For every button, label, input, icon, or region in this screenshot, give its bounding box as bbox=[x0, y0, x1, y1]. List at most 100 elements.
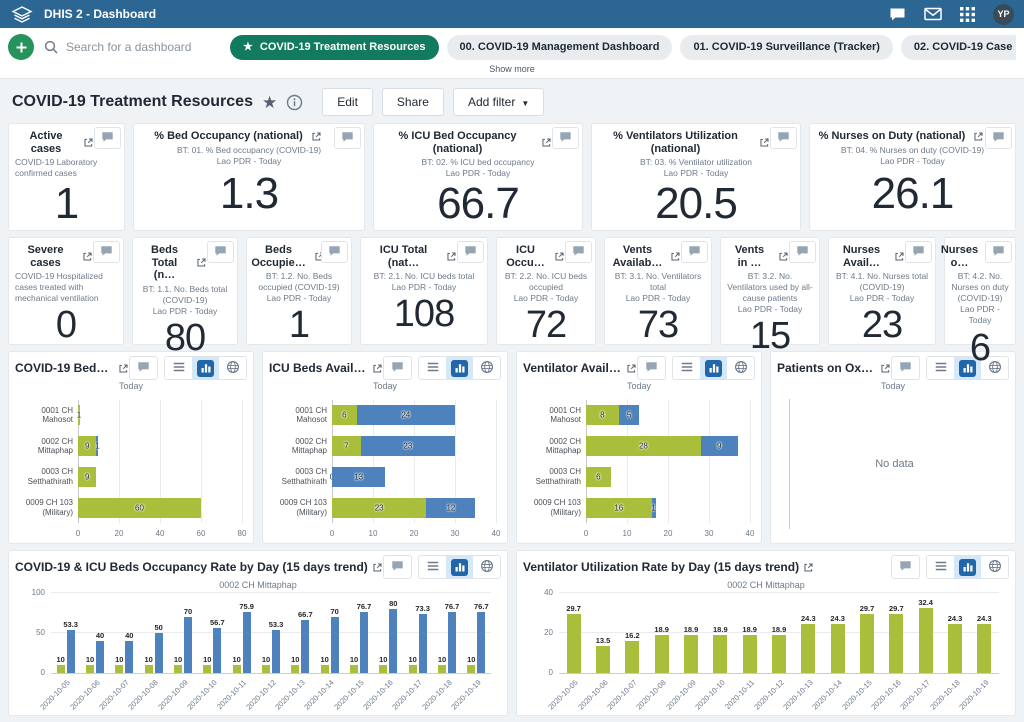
bar-column: 10 bbox=[145, 593, 153, 673]
table-view-button[interactable] bbox=[419, 357, 446, 379]
table-view-button[interactable] bbox=[927, 556, 954, 578]
external-link-icon[interactable] bbox=[778, 251, 789, 262]
mail-icon[interactable] bbox=[924, 7, 942, 21]
value-card[interactable]: Nurses Avail…BT: 4.1. No. Nurses total (… bbox=[828, 237, 936, 345]
comment-button[interactable] bbox=[681, 241, 708, 263]
chart-card[interactable]: ICU Beds Availability by Hos…Today0001 C… bbox=[262, 351, 508, 544]
comment-button[interactable] bbox=[637, 356, 666, 380]
value-card[interactable]: ICU Occu…BT: 2.2. No. ICU beds occupiedL… bbox=[496, 237, 596, 345]
star-dashboard-icon[interactable]: ★ bbox=[262, 94, 277, 111]
map-view-button[interactable] bbox=[473, 556, 500, 578]
value-card[interactable]: ICU Total (nat…BT: 2.1. No. ICU beds tot… bbox=[360, 237, 488, 345]
comment-button[interactable] bbox=[789, 241, 816, 263]
comment-button[interactable] bbox=[985, 241, 1012, 263]
comment-button[interactable] bbox=[891, 356, 920, 380]
category-label: 2020-10-19 bbox=[957, 678, 990, 711]
value-card[interactable]: Vents in …BT: 3.2. No. Ventilators used … bbox=[720, 237, 820, 345]
value-card[interactable]: Active casesCOVID-19 Laboratory confirme… bbox=[8, 123, 125, 231]
chart-card[interactable]: Ventilator Utilization Rate by Day (15 d… bbox=[516, 550, 1016, 716]
table-view-button[interactable] bbox=[419, 556, 446, 578]
comment-button[interactable] bbox=[905, 241, 932, 263]
info-icon[interactable] bbox=[286, 94, 303, 111]
comment-button[interactable] bbox=[457, 241, 484, 263]
value-card[interactable]: % Nurses on Duty (national)BT: 04. % Nur… bbox=[809, 123, 1016, 231]
external-link-icon[interactable] bbox=[541, 137, 552, 148]
add-filter-button[interactable]: Add filter▼ bbox=[453, 88, 544, 116]
comment-button[interactable] bbox=[94, 127, 121, 149]
category-label: 2020-10-17 bbox=[899, 678, 932, 711]
table-view-button[interactable] bbox=[673, 357, 700, 379]
map-view-button[interactable] bbox=[981, 556, 1008, 578]
chart-card[interactable]: COVID-19 Beds Availa…Today0001 CH Mahoso… bbox=[8, 351, 254, 544]
external-link-icon[interactable] bbox=[82, 251, 93, 262]
dashboard-chip[interactable]: ★COVID-19 Treatment Resources bbox=[230, 35, 439, 60]
comment-button[interactable] bbox=[891, 555, 920, 579]
external-link-icon[interactable] bbox=[626, 363, 637, 374]
bar-segment: 13 bbox=[332, 467, 385, 487]
new-dashboard-button[interactable] bbox=[8, 34, 34, 60]
dashboard-chip[interactable]: 00. COVID-19 Management Dashboard bbox=[447, 35, 673, 60]
value-card[interactable]: % Bed Occupancy (national)BT: 01. % Bed … bbox=[133, 123, 365, 231]
external-link-icon[interactable] bbox=[83, 137, 94, 148]
external-link-icon[interactable] bbox=[446, 251, 457, 262]
chart-view-button[interactable] bbox=[446, 357, 473, 379]
dashboard-search[interactable] bbox=[44, 39, 220, 55]
external-link-icon[interactable] bbox=[554, 251, 565, 262]
chart-card[interactable]: Ventilator Availability by …Today0001 CH… bbox=[516, 351, 762, 544]
show-more-button[interactable]: Show more bbox=[8, 60, 1016, 77]
bar-group: 1080 bbox=[374, 593, 403, 673]
edit-button[interactable]: Edit bbox=[322, 88, 373, 116]
external-link-icon[interactable] bbox=[803, 562, 814, 573]
value-card[interactable]: % ICU Bed Occupancy (national)BT: 02. % … bbox=[373, 123, 583, 231]
external-link-icon[interactable] bbox=[759, 137, 770, 148]
share-button[interactable]: Share bbox=[382, 88, 444, 116]
chart-view-button[interactable] bbox=[700, 357, 727, 379]
value-card-header: % Ventilators Utilization (national) bbox=[598, 128, 794, 155]
external-link-icon[interactable] bbox=[894, 251, 905, 262]
comment-button[interactable] bbox=[93, 241, 120, 263]
comment-button[interactable] bbox=[383, 356, 412, 380]
comment-button[interactable] bbox=[565, 241, 592, 263]
card-title: Nurses Avail… bbox=[837, 244, 886, 269]
comment-button[interactable] bbox=[552, 127, 579, 149]
comment-button[interactable] bbox=[985, 127, 1012, 149]
table-view-button[interactable] bbox=[927, 357, 954, 379]
value-card[interactable]: Beds Occupie…BT: 1.2. No. Beds occupied … bbox=[246, 237, 352, 345]
avatar[interactable]: YP bbox=[993, 4, 1014, 25]
search-input[interactable] bbox=[64, 39, 210, 55]
external-link-icon[interactable] bbox=[372, 562, 383, 573]
map-view-button[interactable] bbox=[473, 357, 500, 379]
bar-value-label: 10 bbox=[232, 655, 240, 664]
bar-value-label: 1 bbox=[77, 411, 81, 420]
comment-button[interactable] bbox=[383, 555, 412, 579]
value-card[interactable]: Vents Availab…BT: 3.1. No. Ventilators t… bbox=[604, 237, 712, 345]
chart-card[interactable]: COVID-19 & ICU Beds Occupancy Rate by Da… bbox=[8, 550, 508, 716]
apps-icon[interactable] bbox=[960, 7, 975, 22]
value-card[interactable]: Severe casesCOVID-19 Hospitalized cases … bbox=[8, 237, 124, 345]
external-link-icon[interactable] bbox=[973, 131, 984, 142]
bar-column: 10 bbox=[57, 593, 65, 673]
external-link-icon[interactable] bbox=[880, 363, 891, 374]
external-link-icon[interactable] bbox=[670, 251, 681, 262]
comment-button[interactable] bbox=[770, 127, 797, 149]
dashboard-chip[interactable]: 02. COVID-19 Case Mapping (Tracker) bbox=[901, 35, 1016, 60]
category-label: 2020-10-13 bbox=[781, 678, 814, 711]
external-link-icon[interactable] bbox=[311, 131, 322, 142]
category-axis: 0001 CH Mahosot0002 CH Mittaphap0003 CH … bbox=[15, 400, 73, 523]
comment-button[interactable] bbox=[334, 127, 361, 149]
value-card[interactable]: Beds Total (n…BT: 1.1. No. Beds total (C… bbox=[132, 237, 238, 345]
dashboard-grid: Active casesCOVID-19 Laboratory confirme… bbox=[0, 123, 1024, 716]
chart-view-button[interactable] bbox=[446, 556, 473, 578]
messages-icon[interactable] bbox=[889, 7, 906, 22]
chart-view-button[interactable] bbox=[954, 556, 981, 578]
card-subtitle-line: BT: 03. % Ventilator utilization bbox=[598, 157, 794, 168]
external-link-icon[interactable] bbox=[118, 363, 129, 374]
comment-button[interactable] bbox=[321, 241, 348, 263]
comment-button[interactable] bbox=[207, 241, 234, 263]
value-card[interactable]: % Ventilators Utilization (national) BT: … bbox=[591, 123, 801, 231]
chart-card[interactable]: Patients on Oxygen by Ho…TodayNo data bbox=[770, 351, 1016, 544]
value-card[interactable]: Nurses o…BT: 4.2. No. Nurses on duty (CO… bbox=[944, 237, 1016, 345]
external-link-icon[interactable] bbox=[372, 363, 383, 374]
dashboard-chip[interactable]: 01. COVID-19 Surveillance (Tracker) bbox=[680, 35, 892, 60]
external-link-icon[interactable] bbox=[196, 257, 207, 268]
